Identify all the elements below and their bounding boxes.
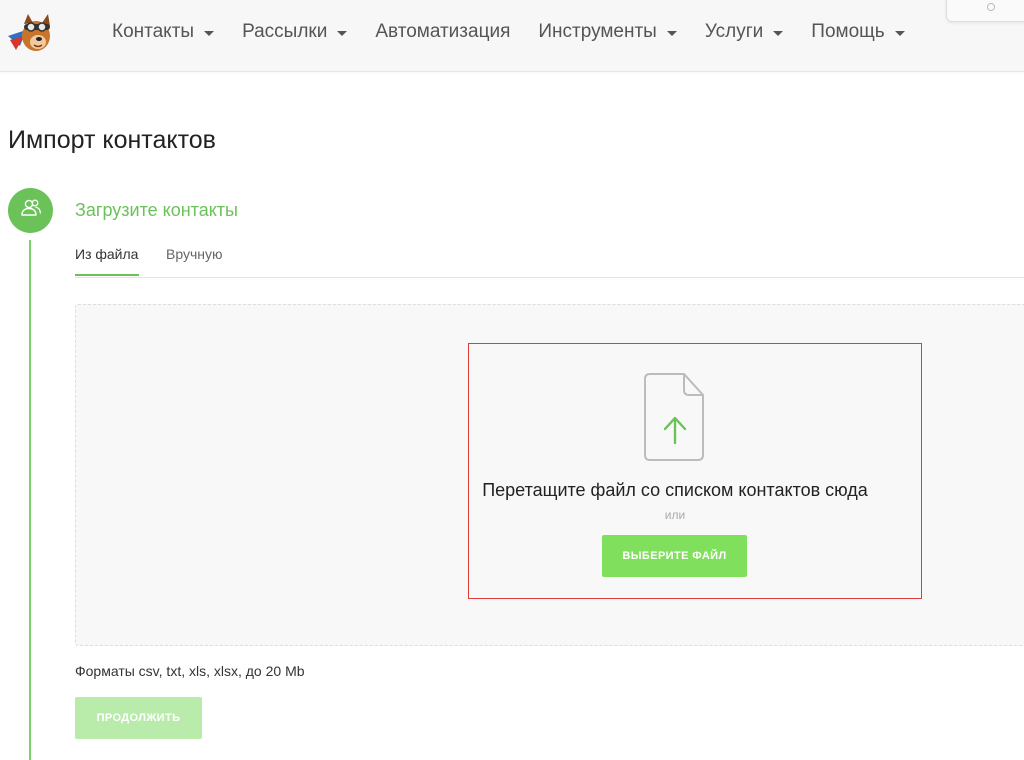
main-nav: Контакты Рассылки Автоматизация Инструме…	[100, 0, 921, 64]
nav-help-label: Помощь	[811, 21, 885, 42]
tab-manual[interactable]: Вручную	[166, 246, 223, 262]
user-icon	[987, 3, 995, 11]
nav-services[interactable]: Услуги	[693, 21, 795, 43]
choose-file-button[interactable]: ВЫБЕРИТЕ ФАЙЛ	[602, 535, 747, 577]
caret-down-icon	[894, 30, 905, 36]
nav-mailings[interactable]: Рассылки	[230, 21, 359, 43]
dropzone-instruction: Перетащите файл со списком контактов сюд…	[482, 480, 868, 500]
caret-down-icon	[337, 30, 348, 36]
tab-from-file[interactable]: Из файла	[75, 246, 139, 276]
logo-mascot-icon[interactable]	[6, 6, 60, 60]
caret-down-icon	[204, 30, 215, 36]
nav-contacts-label: Контакты	[112, 21, 195, 42]
step-title: Загрузите контакты	[75, 200, 238, 220]
formats-note: Форматы csv, txt, xls, xlsx, до 20 Mb	[75, 663, 305, 679]
nav-automation-label: Автоматизация	[375, 21, 511, 42]
top-navbar: Контакты Рассылки Автоматизация Инструме…	[0, 0, 1024, 72]
continue-button[interactable]: ПРОДОЛЖИТЬ	[75, 697, 202, 739]
caret-down-icon	[773, 30, 784, 36]
account-widget[interactable]	[946, 0, 1024, 22]
nav-help[interactable]: Помощь	[799, 21, 916, 43]
file-upload-icon	[644, 371, 706, 463]
page-title: Импорт контактов	[8, 126, 216, 154]
step-progress-line	[29, 240, 31, 760]
nav-mailings-label: Рассылки	[242, 21, 328, 42]
import-tabs: Из файла Вручную	[75, 240, 1024, 278]
step-indicator	[8, 188, 53, 233]
users-icon	[20, 198, 42, 223]
caret-down-icon	[666, 30, 677, 36]
nav-tools-label: Инструменты	[538, 21, 657, 42]
nav-services-label: Услуги	[704, 21, 764, 42]
nav-automation[interactable]: Автоматизация	[363, 21, 522, 43]
nav-contacts[interactable]: Контакты	[100, 21, 226, 43]
nav-tools[interactable]: Инструменты	[526, 21, 688, 43]
dropzone-or-label: или	[664, 508, 686, 522]
